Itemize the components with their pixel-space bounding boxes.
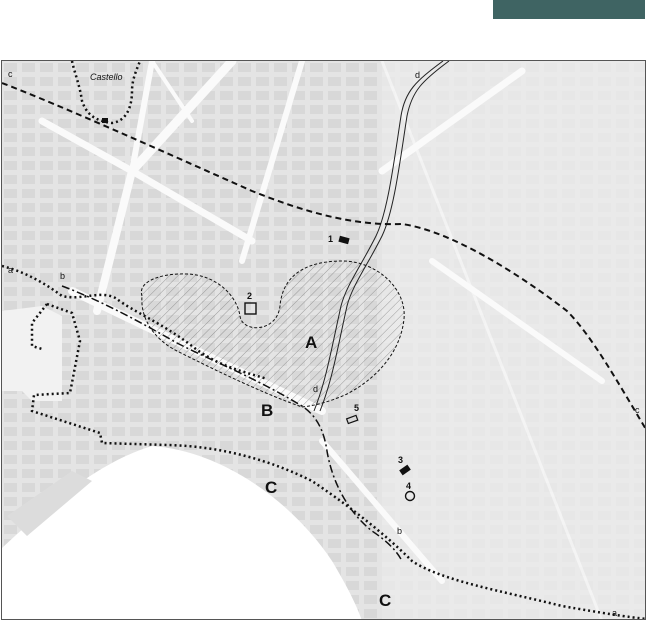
site-3-label: 3: [398, 455, 403, 465]
header-tab: [493, 0, 645, 19]
zone-c-label-1: C: [265, 478, 277, 497]
site-2-label: 2: [247, 291, 252, 301]
line-d-label-mid: d: [313, 384, 318, 394]
line-b-label-right: b: [397, 526, 402, 536]
map-svg: Castello A B C C a a b b c c d d 1 2 3 4…: [2, 61, 645, 619]
site-5-label: 5: [354, 403, 359, 413]
zone-a-label: A: [305, 333, 317, 352]
map-panel: Castello A B C C a a b b c c d d 1 2 3 4…: [1, 60, 646, 620]
line-b-label-left: b: [60, 271, 65, 281]
zone-b-label: B: [261, 401, 273, 420]
line-c-label-right: c: [635, 405, 640, 415]
line-c-label-left: c: [8, 69, 13, 79]
castello-label: Castello: [90, 72, 123, 82]
zone-c-label-2: C: [379, 591, 391, 610]
line-d-label-top: d: [415, 70, 420, 80]
line-a-label-right: a: [612, 608, 617, 618]
line-a-label-left: a: [8, 265, 13, 275]
site-4-label: 4: [406, 481, 411, 491]
site-1-label: 1: [328, 234, 333, 244]
